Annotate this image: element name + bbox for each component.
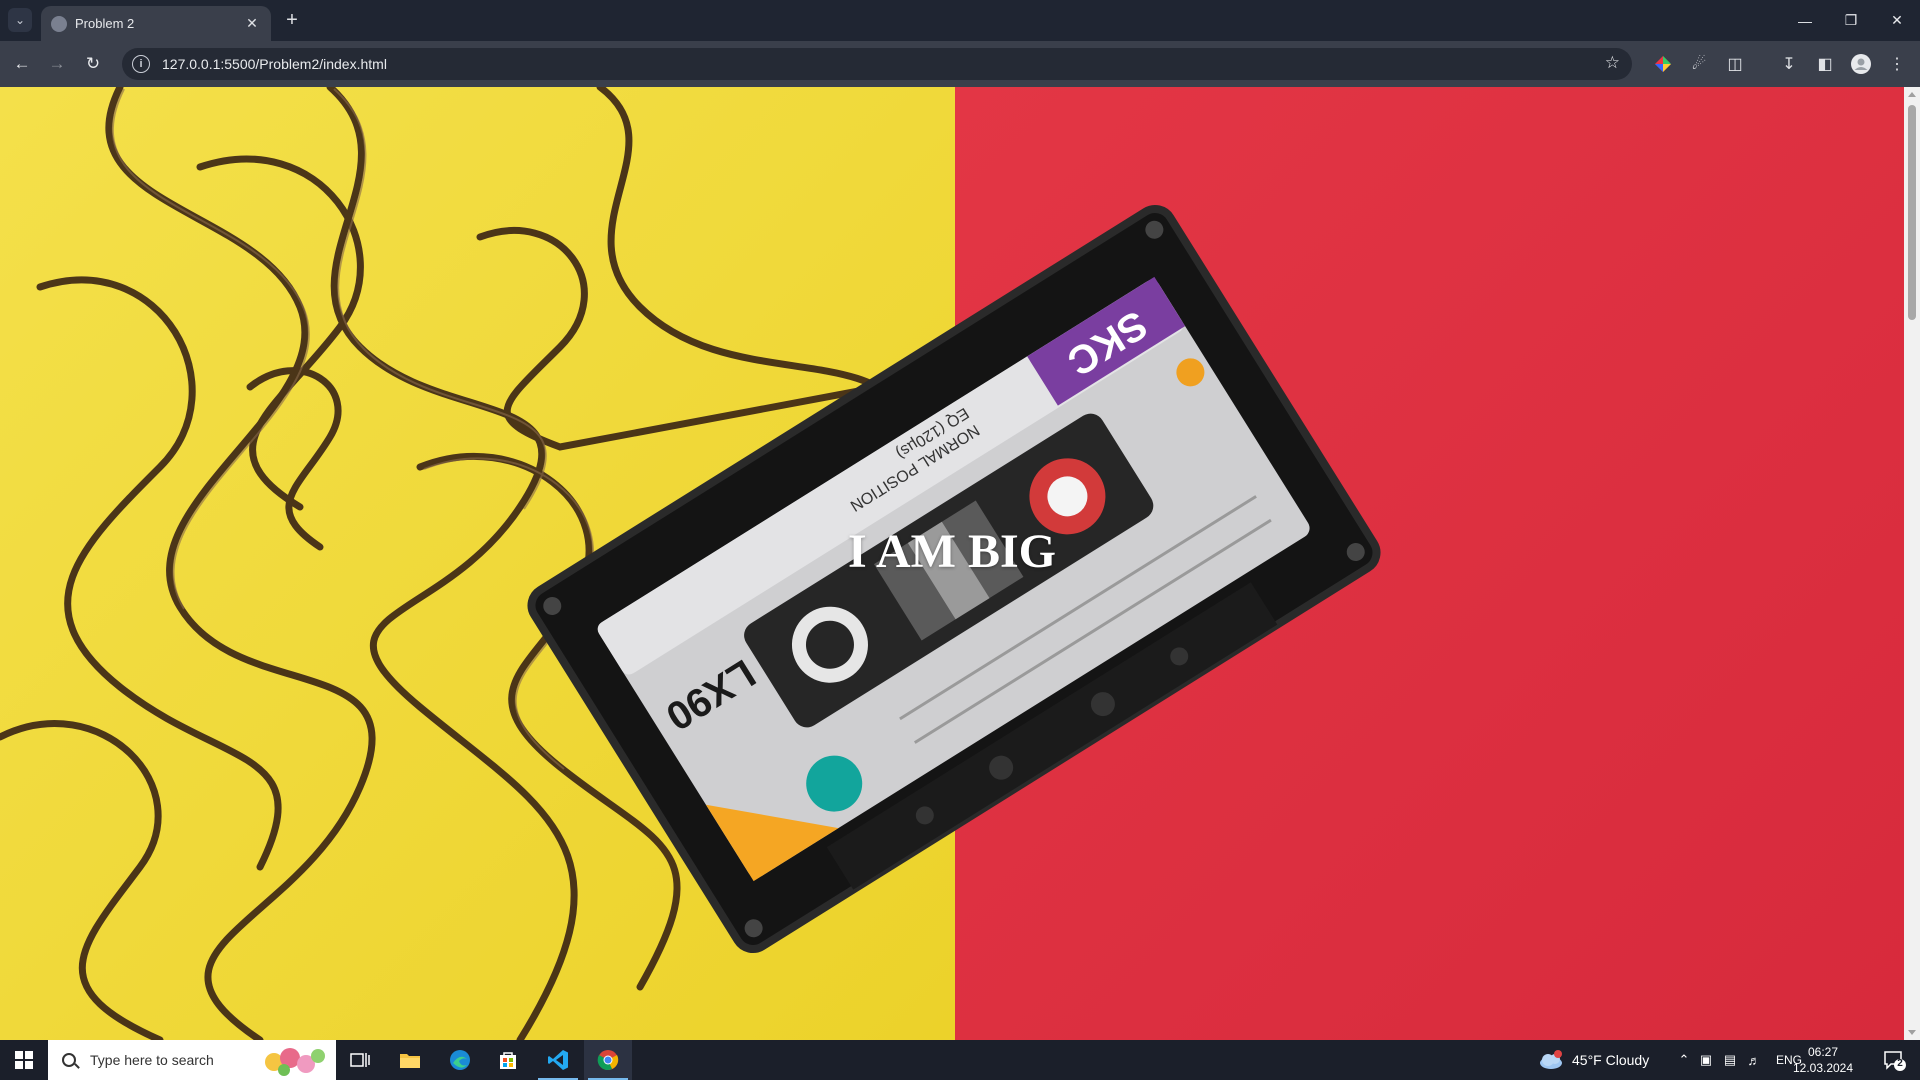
tab-title: Problem 2 — [75, 16, 135, 31]
profile-avatar-icon[interactable] — [1850, 53, 1872, 75]
back-arrow-icon[interactable]: ← — [8, 50, 36, 78]
page-heading: I AM BIG — [847, 525, 1057, 578]
page-scrollbar[interactable] — [1904, 87, 1920, 1040]
windows-taskbar: Type here to search 45°F Cloudy ⌃ ▣ ▤ ♬ … — [0, 1040, 1920, 1080]
weather-text: 45°F Cloudy — [1572, 1052, 1650, 1068]
download-icon[interactable]: ↧ — [1778, 53, 1800, 75]
system-tray: ⌃ ▣ ▤ ♬ ENG — [1674, 1040, 1802, 1080]
notification-count: 2 — [1897, 1058, 1903, 1069]
reload-icon[interactable]: ↻ — [79, 50, 107, 78]
edge-browser-icon[interactable] — [436, 1040, 484, 1080]
color-extension-icon[interactable] — [1652, 53, 1674, 75]
clock[interactable]: 06:27 12.03.2024 — [1788, 1044, 1858, 1076]
tab-active[interactable]: Problem 2 ✕ — [41, 6, 271, 41]
restore-icon[interactable]: ❐ — [1828, 0, 1874, 41]
address-bar[interactable]: i 127.0.0.1:5500/Problem2/index.html ☆ — [122, 48, 1632, 80]
search-highlight-flowers-icon — [265, 1048, 325, 1076]
scrollbar-thumb[interactable] — [1908, 105, 1916, 320]
site-info-icon[interactable]: i — [132, 55, 150, 73]
address-url[interactable]: 127.0.0.1:5500/Problem2/index.html — [162, 56, 387, 72]
clock-time: 06:27 — [1807, 1045, 1839, 1059]
side-panel-icon[interactable]: ◧ — [1814, 53, 1836, 75]
cloud-weather-icon — [1540, 1050, 1562, 1069]
tab-search-chevron-icon[interactable]: ⌄ — [8, 8, 32, 32]
file-explorer-icon[interactable] — [386, 1040, 434, 1080]
taskbar-search-placeholder: Type here to search — [90, 1052, 214, 1068]
meet-camera-icon[interactable]: ▣ — [1694, 1052, 1718, 1068]
vscode-icon[interactable] — [534, 1040, 582, 1080]
scroll-down-arrow-icon[interactable] — [1908, 1030, 1916, 1035]
tray-chevron-up-icon[interactable]: ⌃ — [1674, 1052, 1694, 1068]
notification-center-icon[interactable]: 2 — [1882, 1048, 1906, 1072]
page-viewport: SKC LX90 NORMAL POSITION EQ (120µs) I AM… — [0, 87, 1904, 1040]
tab-close-icon[interactable]: ✕ — [243, 15, 261, 33]
browser-tabstrip: ⌄ Problem 2 ✕ + — ❐ ✕ — [0, 0, 1920, 41]
taskbar-search-box[interactable]: Type here to search — [48, 1040, 336, 1080]
compass-extension-icon[interactable]: ☄ — [1688, 53, 1710, 75]
forward-arrow-icon[interactable]: → — [43, 50, 71, 78]
new-tab-plus-icon[interactable]: + — [281, 9, 303, 31]
minimize-icon[interactable]: — — [1782, 0, 1828, 41]
extensions-puzzle-icon[interactable]: ◫ — [1724, 53, 1746, 75]
volume-icon[interactable]: ♬ — [1742, 1053, 1766, 1068]
clock-date: 12.03.2024 — [1792, 1061, 1854, 1075]
scroll-up-arrow-icon[interactable] — [1908, 92, 1916, 97]
windows-start-icon[interactable] — [0, 1040, 48, 1080]
globe-favicon-icon — [51, 15, 67, 32]
browser-menu-kebab-icon[interactable]: ⋮ — [1886, 53, 1908, 75]
bookmark-star-icon[interactable]: ☆ — [1605, 53, 1620, 73]
task-view-icon[interactable] — [336, 1040, 384, 1080]
search-icon — [62, 1053, 76, 1067]
close-window-icon[interactable]: ✕ — [1874, 0, 1920, 41]
network-icon[interactable]: ▤ — [1718, 1052, 1742, 1068]
weather-widget[interactable]: 45°F Cloudy — [1538, 1040, 1649, 1080]
chrome-browser-icon[interactable] — [584, 1040, 632, 1080]
microsoft-store-icon[interactable] — [484, 1040, 532, 1080]
browser-toolbar: ← → ↻ i 127.0.0.1:5500/Problem2/index.ht… — [0, 41, 1920, 87]
